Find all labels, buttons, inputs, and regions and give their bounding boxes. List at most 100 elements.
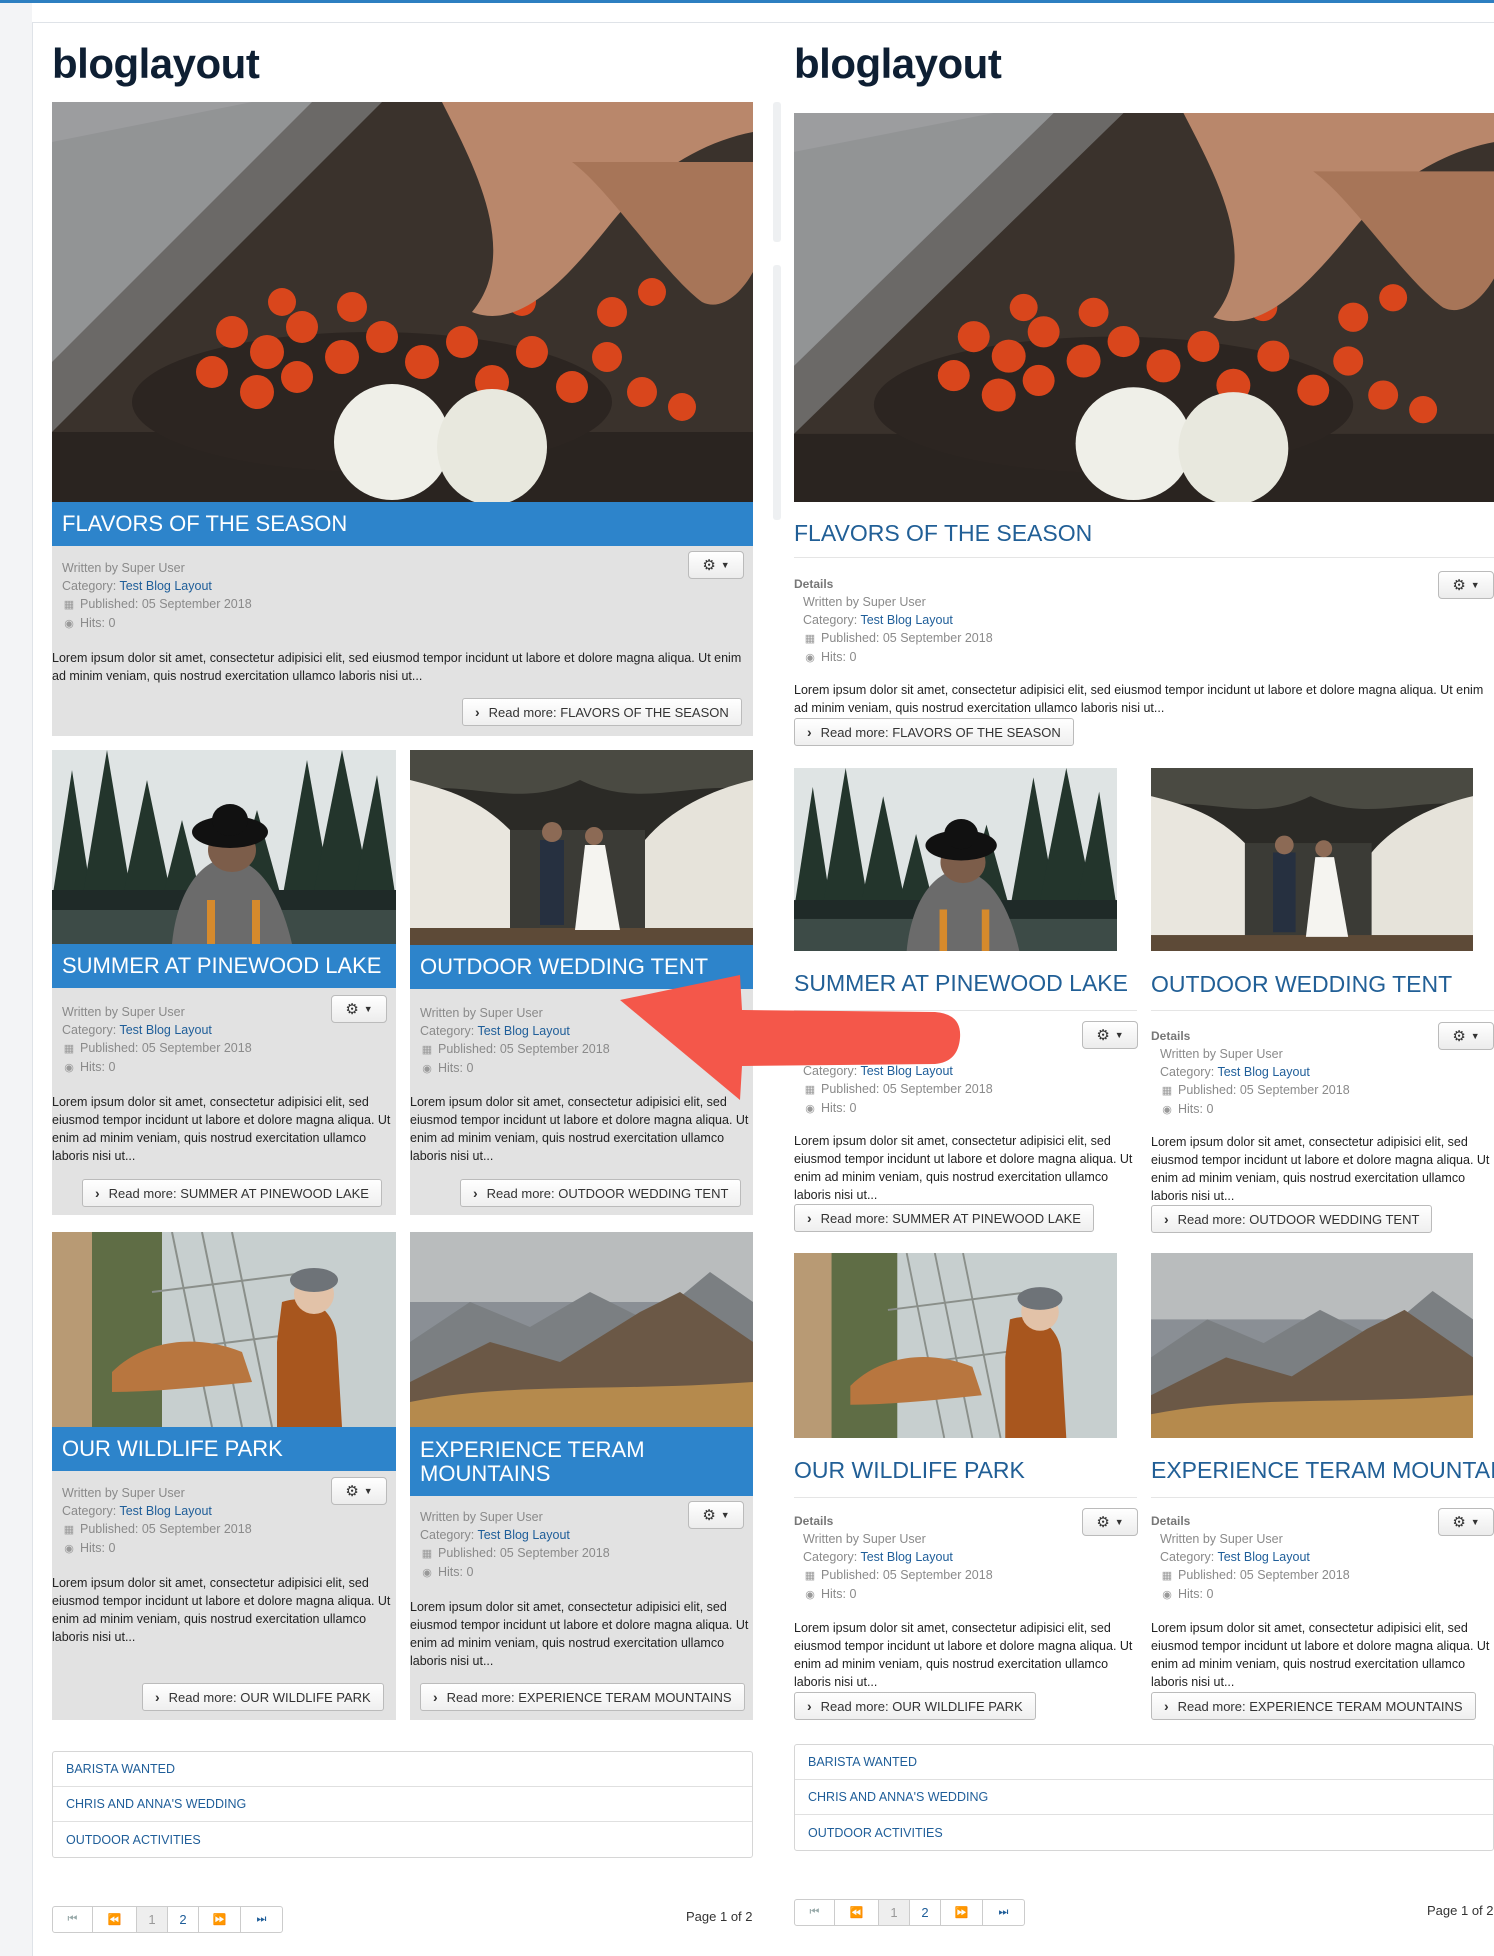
read-more-button[interactable]: › Read more: FLAVORS OF THE SEASON [794,718,1074,746]
calendar-icon: ▦ [804,1084,816,1096]
card-title-bar[interactable]: EXPERIENCE TERAM MOUNTAINS [410,1427,753,1496]
category-link[interactable]: Test Blog Layout [119,1023,211,1037]
read-more-button[interactable]: › Read more: OUR WILDLIFE PARK [142,1683,384,1711]
card-image-wedding-tent [410,750,753,945]
list-item[interactable]: BARISTA WANTED [795,1745,1493,1780]
eye-icon: ◉ [805,652,815,664]
list-item[interactable]: OUTDOOR ACTIVITIES [53,1822,752,1857]
published-row: ▦ Published: 05 September 2018 [62,595,252,614]
hits-row: ◉ Hits: 0 [794,1099,993,1118]
article-intro: Lorem ipsum dolor sit amet, consectetur … [410,1600,749,1668]
first-page-icon[interactable]: ⏮ [795,1900,835,1925]
published-date: Published: 05 September 2018 [821,631,993,645]
card-title[interactable]: OUR WILDLIFE PARK [794,1457,1025,1483]
read-more-button[interactable]: › Read more: OUTDOOR WEDDING TENT [1151,1205,1433,1233]
gear-icon: ⚙ [345,1001,359,1018]
last-page-icon[interactable]: ⏭ [241,1907,282,1932]
article-actions-button[interactable]: ⚙ ▼ [688,551,744,579]
category-link[interactable]: Test Blog Layout [477,1024,569,1038]
card-title-bar[interactable]: OUTDOOR WEDDING TENT [410,945,753,989]
page-counter: Page 1 of 2 [1427,1903,1494,1918]
first-page-icon[interactable]: ⏮ [53,1907,93,1932]
category-row: Category: Test Blog Layout [1151,1548,1350,1566]
article-actions-button[interactable]: ⚙ ▼ [1082,1508,1138,1536]
category-row: Category: Test Blog Layout [420,1022,610,1040]
card-image-wedding-tent [1151,768,1473,951]
next-page-icon[interactable]: ⏩ [941,1900,983,1925]
category-link[interactable]: Test Blog Layout [1217,1065,1309,1079]
last-page-icon[interactable]: ⏭ [983,1900,1024,1925]
prev-page-icon[interactable]: ⏪ [93,1907,137,1932]
read-more-button[interactable]: › Read more: OUTDOOR WEDDING TENT [460,1179,742,1207]
category-label: Category: [420,1024,475,1038]
hits-count: Hits: 0 [821,650,857,664]
author: Written by Super User [420,1510,543,1524]
card-title[interactable]: EXPERIENCE TERAM MOUNTAINS [420,1437,743,1486]
article-actions-button[interactable]: ⚙ ▼ [1082,1021,1138,1049]
category-link[interactable]: Test Blog Layout [119,1504,211,1518]
card-image-mountains [410,1232,753,1427]
page-1[interactable]: 1 [137,1907,168,1932]
article-actions-button[interactable]: ⚙ ▼ [1438,571,1494,599]
calendar-icon: ▦ [804,633,816,645]
article-actions-button[interactable]: ⚙ ▼ [331,1477,387,1505]
read-more-button[interactable]: › Read more: SUMMER AT PINEWOOD LAKE [82,1179,382,1207]
calendar-icon: ▦ [421,1044,433,1056]
prev-page-icon[interactable]: ⏪ [835,1900,879,1925]
article-actions-button[interactable]: ⚙ ▼ [331,995,387,1023]
read-more-label: Read more: FLAVORS OF THE SEASON [488,704,729,720]
category-row: Category: Test Blog Layout [62,1502,252,1520]
divider [794,557,1494,558]
card-title-bar[interactable]: OUR WILDLIFE PARK [52,1427,396,1471]
list-item[interactable]: BARISTA WANTED [53,1752,752,1787]
article-info: Written by Super User Category: Test Blo… [62,1003,252,1077]
category-link[interactable]: Test Blog Layout [477,1528,569,1542]
author: Written by Super User [420,1006,543,1020]
card-title[interactable]: OUTDOOR WEDDING TENT [420,955,708,979]
published-date: Published: 05 September 2018 [438,1546,610,1560]
read-more-label: Read more: OUTDOOR WEDDING TENT [486,1185,729,1201]
category-row: Category: Test Blog Layout [794,1062,993,1080]
left-gutter [0,3,32,1956]
category-link[interactable]: Test Blog Layout [860,1550,952,1564]
article-intro: Lorem ipsum dolor sit amet, consectetur … [410,1095,749,1163]
featured-title[interactable]: FLAVORS OF THE SEASON [62,512,347,536]
featured-title[interactable]: FLAVORS OF THE SEASON [794,520,1092,546]
card-title[interactable]: OUR WILDLIFE PARK [62,1437,283,1461]
category-link[interactable]: Test Blog Layout [119,579,211,593]
calendar-icon: ▦ [63,1043,75,1055]
category-label: Category: [420,1528,475,1542]
card-title[interactable]: SUMMER AT PINEWOOD LAKE [62,954,381,978]
card-title[interactable]: EXPERIENCE TERAM MOUNTAINS [1151,1457,1494,1483]
list-item[interactable]: CHRIS AND ANNA'S WEDDING [53,1787,752,1822]
page-1[interactable]: 1 [879,1900,910,1925]
category-link[interactable]: Test Blog Layout [1217,1550,1309,1564]
author: Written by Super User [1160,1532,1283,1546]
list-item[interactable]: OUTDOOR ACTIVITIES [795,1815,1493,1850]
page-2[interactable]: 2 [910,1900,941,1925]
card-image-pinewood-lake [52,750,396,944]
next-page-icon[interactable]: ⏩ [199,1907,241,1932]
hits-row: ◉ Hits: 0 [1151,1585,1350,1604]
read-more-button[interactable]: › Read more: EXPERIENCE TERAM MOUNTAINS [420,1683,745,1711]
featured-title-bar[interactable]: FLAVORS OF THE SEASON [52,502,753,546]
category-link[interactable]: Test Blog Layout [860,1064,952,1078]
list-item[interactable]: CHRIS AND ANNA'S WEDDING [795,1780,1493,1815]
published-date: Published: 05 September 2018 [821,1568,993,1582]
card-title[interactable]: SUMMER AT PINEWOOD LAKE [794,970,1128,996]
article-actions-button[interactable]: ⚙ ▼ [1438,1022,1494,1050]
card-title[interactable]: OUTDOOR WEDDING TENT [1151,971,1452,997]
article-actions-button[interactable]: ⚙ ▼ [1438,1508,1494,1536]
category-label: Category: [62,1504,117,1518]
page-2[interactable]: 2 [168,1907,199,1932]
read-more-button[interactable]: › Read more: OUR WILDLIFE PARK [794,1692,1036,1720]
read-more-button[interactable]: › Read more: SUMMER AT PINEWOOD LAKE [794,1204,1094,1232]
category-link[interactable]: Test Blog Layout [860,613,952,627]
card-title-bar[interactable]: SUMMER AT PINEWOOD LAKE [52,944,396,988]
published-row: ▦ Published: 05 September 2018 [1151,1081,1350,1100]
read-more-button[interactable]: › Read more: FLAVORS OF THE SEASON [462,698,742,726]
hits-count: Hits: 0 [1178,1587,1214,1601]
article-actions-button[interactable]: ⚙ ▼ [688,1501,744,1529]
hits-count: Hits: 0 [80,1060,116,1074]
read-more-button[interactable]: › Read more: EXPERIENCE TERAM MOUNTAINS [1151,1692,1476,1720]
